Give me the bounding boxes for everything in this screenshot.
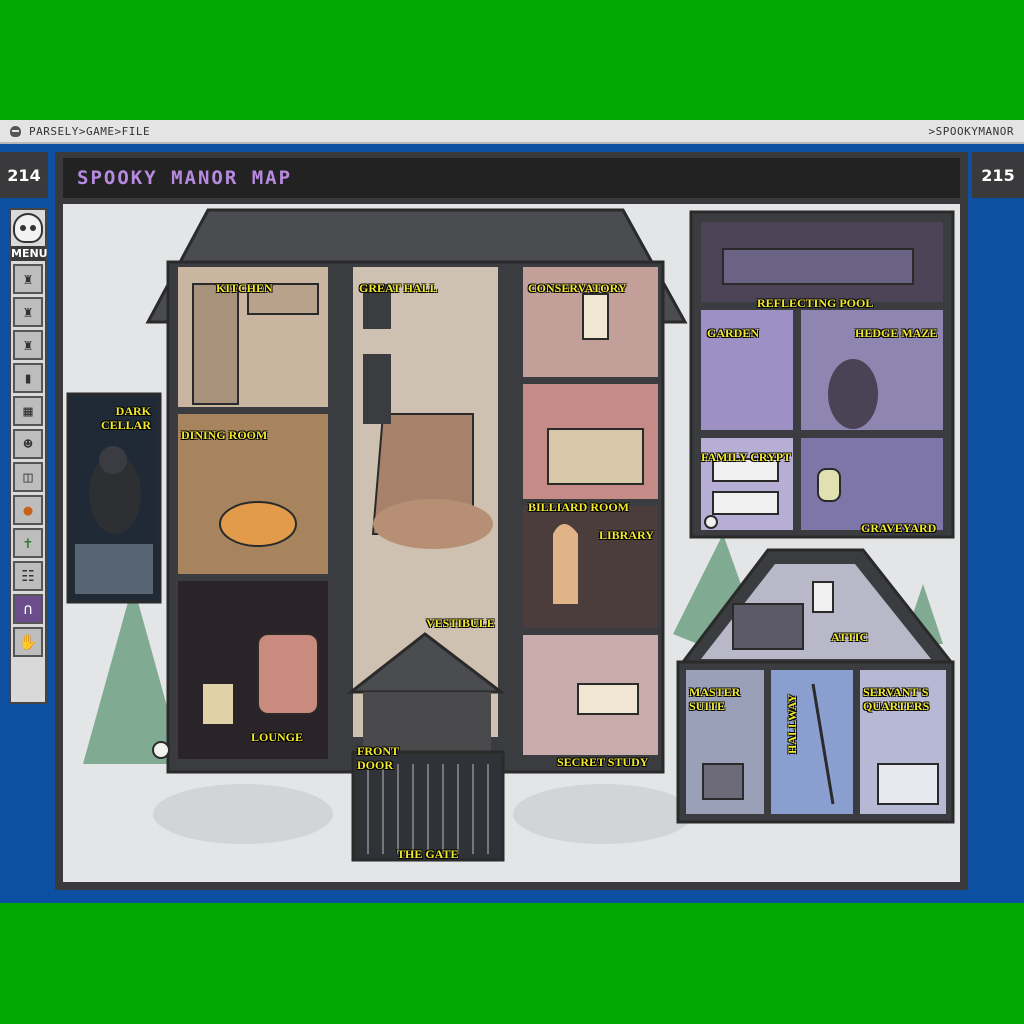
breadcrumb: PARSELY>GAME>FILE bbox=[10, 125, 150, 138]
city-icon[interactable]: ▦ bbox=[13, 396, 43, 426]
door-icon[interactable]: ▮ bbox=[13, 363, 43, 393]
room-label-vestibule[interactable]: VESTIBULE bbox=[426, 616, 495, 630]
room-label-family-crypt[interactable]: FAMILY CRYPT bbox=[701, 450, 791, 464]
window-title: SPOOKY MANOR MAP bbox=[63, 158, 960, 198]
page-number-right: 215 bbox=[972, 152, 1024, 198]
castle-icon[interactable]: ♜ bbox=[13, 297, 43, 327]
room-label-garden[interactable]: GARDEN bbox=[707, 326, 759, 340]
game-screen: PARSELY>GAME>FILE >SPOOKYMANOR 214 215 M… bbox=[0, 120, 1024, 903]
map-window: SPOOKY MANOR MAP KITCHEN GREAT HALL CONS… bbox=[55, 152, 968, 890]
room-label-front-door[interactable]: FRONT DOOR bbox=[357, 744, 399, 772]
room-label-graveyard[interactable]: GRAVEYARD bbox=[861, 521, 936, 535]
game-name: >SPOOKYMANOR bbox=[928, 124, 1014, 138]
room-label-dining-room[interactable]: DINING ROOM bbox=[181, 428, 267, 442]
menu-sidebar: MENU ♜ ♜ ♜ ▮ ▦ ☻ ◫ ● ✝ ☷ ∩ ✋ bbox=[9, 208, 48, 704]
skull-icon[interactable] bbox=[13, 213, 43, 243]
room-label-billiard-room[interactable]: BILLIARD ROOM bbox=[528, 500, 629, 514]
goat-icon[interactable]: ☻ bbox=[13, 429, 43, 459]
page-number-left: 214 bbox=[0, 152, 48, 198]
hand-icon[interactable]: ✋ bbox=[13, 627, 43, 657]
menu-label[interactable]: MENU bbox=[11, 246, 48, 261]
room-label-master-suite[interactable]: MASTER SUITE bbox=[689, 685, 740, 713]
manor-map: KITCHEN GREAT HALL CONSERVATORY DARK CEL… bbox=[63, 204, 960, 882]
room-label-secret-study[interactable]: SECRET STUDY bbox=[557, 755, 648, 769]
tower-icon[interactable]: ♜ bbox=[13, 264, 43, 294]
cactus-icon[interactable]: ✝ bbox=[13, 528, 43, 558]
room-label-attic[interactable]: ATTIC bbox=[831, 630, 868, 644]
castle-keep-icon[interactable]: ♜ bbox=[13, 330, 43, 360]
tombstone-icon[interactable]: ◫ bbox=[13, 462, 43, 492]
title-bar: PARSELY>GAME>FILE >SPOOKYMANOR bbox=[0, 120, 1024, 144]
room-label-reflecting-pool[interactable]: REFLECTING POOL bbox=[757, 296, 873, 310]
gate-icon[interactable]: ☷ bbox=[13, 561, 43, 591]
room-label-servants-quarters[interactable]: SERVANT'S QUARTERS bbox=[863, 685, 929, 713]
room-label-conservatory[interactable]: CONSERVATORY bbox=[528, 281, 627, 295]
skull-icon bbox=[10, 125, 21, 137]
room-label-lounge[interactable]: LOUNGE bbox=[251, 730, 303, 744]
pumpkin-icon[interactable]: ● bbox=[13, 495, 43, 525]
room-label-hedge-maze[interactable]: HEDGE MAZE bbox=[855, 326, 937, 340]
room-label-library[interactable]: LIBRARY bbox=[599, 528, 654, 542]
arch-icon[interactable]: ∩ bbox=[13, 594, 43, 624]
breadcrumb-path[interactable]: PARSELY>GAME>FILE bbox=[29, 125, 150, 138]
room-label-hallway[interactable]: HALLWAY bbox=[785, 694, 799, 754]
room-label-kitchen[interactable]: KITCHEN bbox=[216, 281, 273, 295]
room-label-dark-cellar[interactable]: DARK CELLAR bbox=[101, 404, 151, 432]
room-label-great-hall[interactable]: GREAT HALL bbox=[359, 281, 438, 295]
room-label-the-gate[interactable]: THE GATE bbox=[397, 847, 458, 861]
